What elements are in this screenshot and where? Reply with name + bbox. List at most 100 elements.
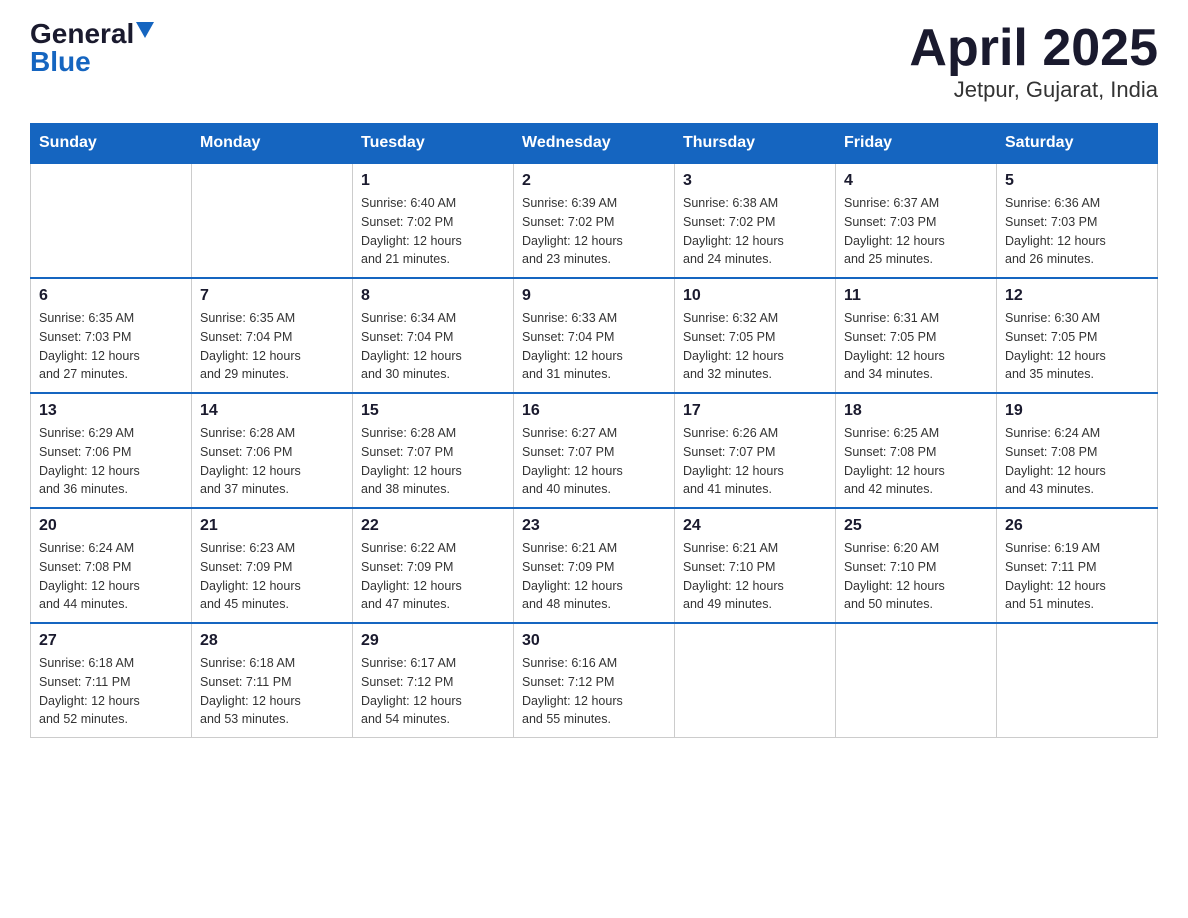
day-info: Sunrise: 6:16 AMSunset: 7:12 PMDaylight:…: [522, 654, 666, 729]
calendar-cell: 14 Sunrise: 6:28 AMSunset: 7:06 PMDayligh…: [192, 393, 353, 508]
day-number: 16: [522, 402, 666, 420]
day-info: Sunrise: 6:29 AMSunset: 7:06 PMDaylight:…: [39, 424, 183, 499]
calendar-cell: 4 Sunrise: 6:37 AMSunset: 7:03 PMDaylight…: [836, 163, 997, 278]
calendar-cell: 3 Sunrise: 6:38 AMSunset: 7:02 PMDaylight…: [675, 163, 836, 278]
day-info: Sunrise: 6:37 AMSunset: 7:03 PMDaylight:…: [844, 194, 988, 269]
day-number: 29: [361, 632, 505, 650]
calendar-header-row: SundayMondayTuesdayWednesdayThursdayFrid…: [31, 124, 1158, 164]
day-info: Sunrise: 6:32 AMSunset: 7:05 PMDaylight:…: [683, 309, 827, 384]
day-info: Sunrise: 6:19 AMSunset: 7:11 PMDaylight:…: [1005, 539, 1149, 614]
day-info: Sunrise: 6:17 AMSunset: 7:12 PMDaylight:…: [361, 654, 505, 729]
calendar-cell: 12 Sunrise: 6:30 AMSunset: 7:05 PMDayligh…: [997, 278, 1158, 393]
page-subtitle: Jetpur, Gujarat, India: [909, 77, 1158, 103]
calendar-cell: 9 Sunrise: 6:33 AMSunset: 7:04 PMDaylight…: [514, 278, 675, 393]
calendar-week-row: 27 Sunrise: 6:18 AMSunset: 7:11 PMDayligh…: [31, 623, 1158, 738]
day-info: Sunrise: 6:30 AMSunset: 7:05 PMDaylight:…: [1005, 309, 1149, 384]
day-info: Sunrise: 6:25 AMSunset: 7:08 PMDaylight:…: [844, 424, 988, 499]
logo-triangle-icon: [136, 22, 154, 38]
calendar-cell: 22 Sunrise: 6:22 AMSunset: 7:09 PMDayligh…: [353, 508, 514, 623]
calendar-cell: [997, 623, 1158, 738]
calendar-cell: 24 Sunrise: 6:21 AMSunset: 7:10 PMDayligh…: [675, 508, 836, 623]
calendar-header-monday: Monday: [192, 124, 353, 164]
day-number: 10: [683, 287, 827, 305]
calendar-cell: 16 Sunrise: 6:27 AMSunset: 7:07 PMDayligh…: [514, 393, 675, 508]
day-number: 5: [1005, 172, 1149, 190]
calendar-cell: [836, 623, 997, 738]
calendar-week-row: 1Sunrise: 6:40 AMSunset: 7:02 PMDaylight…: [31, 163, 1158, 278]
calendar-cell: 6Sunrise: 6:35 AMSunset: 7:03 PMDaylight…: [31, 278, 192, 393]
day-info: Sunrise: 6:39 AMSunset: 7:02 PMDaylight:…: [522, 194, 666, 269]
calendar-cell: 23 Sunrise: 6:21 AMSunset: 7:09 PMDayligh…: [514, 508, 675, 623]
day-info: Sunrise: 6:27 AMSunset: 7:07 PMDaylight:…: [522, 424, 666, 499]
calendar-cell: 19Sunrise: 6:24 AMSunset: 7:08 PMDayligh…: [997, 393, 1158, 508]
day-number: 20: [39, 517, 183, 535]
calendar-cell: 1Sunrise: 6:40 AMSunset: 7:02 PMDaylight…: [353, 163, 514, 278]
day-number: 28: [200, 632, 344, 650]
calendar-cell: 20 Sunrise: 6:24 AMSunset: 7:08 PMDayligh…: [31, 508, 192, 623]
calendar-cell: 21Sunrise: 6:23 AMSunset: 7:09 PMDayligh…: [192, 508, 353, 623]
day-info: Sunrise: 6:33 AMSunset: 7:04 PMDaylight:…: [522, 309, 666, 384]
day-number: 14: [200, 402, 344, 420]
day-info: Sunrise: 6:18 AMSunset: 7:11 PMDaylight:…: [39, 654, 183, 729]
calendar-table: SundayMondayTuesdayWednesdayThursdayFrid…: [30, 123, 1158, 738]
calendar-cell: 10 Sunrise: 6:32 AMSunset: 7:05 PMDayligh…: [675, 278, 836, 393]
day-info: Sunrise: 6:20 AMSunset: 7:10 PMDaylight:…: [844, 539, 988, 614]
day-number: 15: [361, 402, 505, 420]
day-info: Sunrise: 6:28 AMSunset: 7:06 PMDaylight:…: [200, 424, 344, 499]
calendar-cell: 13 Sunrise: 6:29 AMSunset: 7:06 PMDayligh…: [31, 393, 192, 508]
calendar-week-row: 13 Sunrise: 6:29 AMSunset: 7:06 PMDayligh…: [31, 393, 1158, 508]
calendar-cell: 7Sunrise: 6:35 AMSunset: 7:04 PMDaylight…: [192, 278, 353, 393]
day-number: 3: [683, 172, 827, 190]
day-number: 7: [200, 287, 344, 305]
day-info: Sunrise: 6:22 AMSunset: 7:09 PMDaylight:…: [361, 539, 505, 614]
calendar-cell: 28Sunrise: 6:18 AMSunset: 7:11 PMDayligh…: [192, 623, 353, 738]
day-info: Sunrise: 6:21 AMSunset: 7:10 PMDaylight:…: [683, 539, 827, 614]
day-info: Sunrise: 6:31 AMSunset: 7:05 PMDaylight:…: [844, 309, 988, 384]
day-info: Sunrise: 6:24 AMSunset: 7:08 PMDaylight:…: [39, 539, 183, 614]
calendar-header-friday: Friday: [836, 124, 997, 164]
day-info: Sunrise: 6:28 AMSunset: 7:07 PMDaylight:…: [361, 424, 505, 499]
logo-general-text: General: [30, 20, 134, 48]
day-info: Sunrise: 6:21 AMSunset: 7:09 PMDaylight:…: [522, 539, 666, 614]
calendar-cell: 29 Sunrise: 6:17 AMSunset: 7:12 PMDayligh…: [353, 623, 514, 738]
calendar-cell: 25 Sunrise: 6:20 AMSunset: 7:10 PMDayligh…: [836, 508, 997, 623]
day-number: 27: [39, 632, 183, 650]
day-number: 8: [361, 287, 505, 305]
calendar-cell: 2 Sunrise: 6:39 AMSunset: 7:02 PMDaylight…: [514, 163, 675, 278]
day-number: 19: [1005, 402, 1149, 420]
calendar-cell: [675, 623, 836, 738]
calendar-cell: 15 Sunrise: 6:28 AMSunset: 7:07 PMDayligh…: [353, 393, 514, 508]
day-number: 11: [844, 287, 988, 305]
day-number: 22: [361, 517, 505, 535]
calendar-week-row: 20 Sunrise: 6:24 AMSunset: 7:08 PMDayligh…: [31, 508, 1158, 623]
calendar-cell: 18Sunrise: 6:25 AMSunset: 7:08 PMDayligh…: [836, 393, 997, 508]
day-number: 12: [1005, 287, 1149, 305]
calendar-cell: 8 Sunrise: 6:34 AMSunset: 7:04 PMDaylight…: [353, 278, 514, 393]
calendar-header-tuesday: Tuesday: [353, 124, 514, 164]
day-number: 2: [522, 172, 666, 190]
day-info: Sunrise: 6:26 AMSunset: 7:07 PMDaylight:…: [683, 424, 827, 499]
day-number: 17: [683, 402, 827, 420]
day-info: Sunrise: 6:34 AMSunset: 7:04 PMDaylight:…: [361, 309, 505, 384]
day-info: Sunrise: 6:36 AMSunset: 7:03 PMDaylight:…: [1005, 194, 1149, 269]
calendar-cell: 17 Sunrise: 6:26 AMSunset: 7:07 PMDayligh…: [675, 393, 836, 508]
calendar-header-wednesday: Wednesday: [514, 124, 675, 164]
day-number: 26: [1005, 517, 1149, 535]
calendar-cell: 30Sunrise: 6:16 AMSunset: 7:12 PMDayligh…: [514, 623, 675, 738]
day-number: 21: [200, 517, 344, 535]
calendar-cell: [192, 163, 353, 278]
page-header: General Blue April 2025 Jetpur, Gujarat,…: [30, 20, 1158, 103]
day-number: 1: [361, 172, 505, 190]
calendar-cell: 11 Sunrise: 6:31 AMSunset: 7:05 PMDayligh…: [836, 278, 997, 393]
day-number: 23: [522, 517, 666, 535]
day-number: 25: [844, 517, 988, 535]
day-number: 13: [39, 402, 183, 420]
day-info: Sunrise: 6:38 AMSunset: 7:02 PMDaylight:…: [683, 194, 827, 269]
calendar-week-row: 6Sunrise: 6:35 AMSunset: 7:03 PMDaylight…: [31, 278, 1158, 393]
calendar-cell: [31, 163, 192, 278]
logo-blue-text: Blue: [30, 48, 91, 76]
day-number: 24: [683, 517, 827, 535]
day-number: 9: [522, 287, 666, 305]
title-block: April 2025 Jetpur, Gujarat, India: [909, 20, 1158, 103]
day-number: 4: [844, 172, 988, 190]
